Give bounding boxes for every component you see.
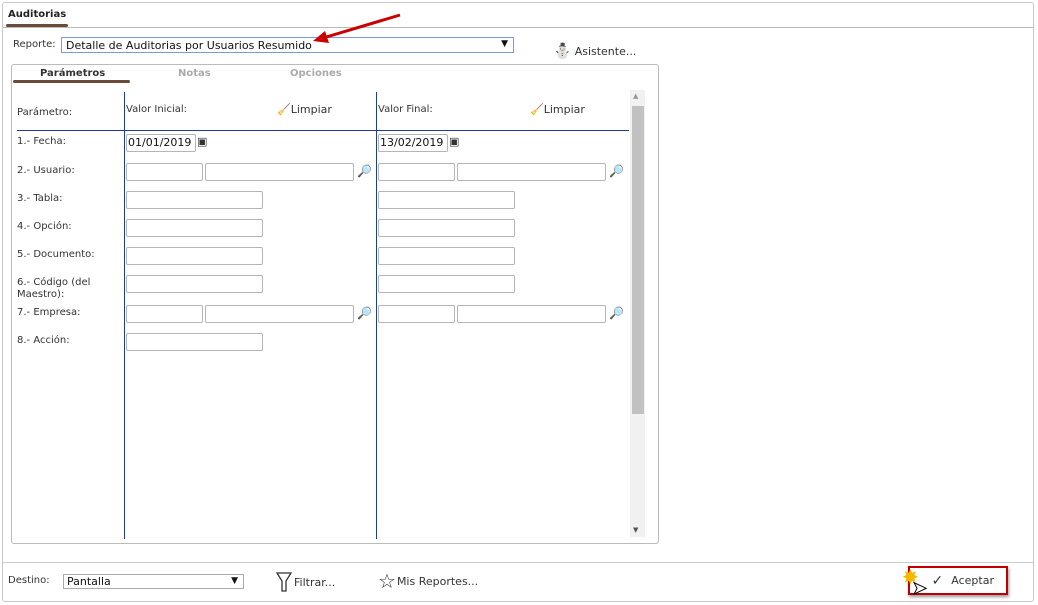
param-label: 7.- Empresa:	[17, 307, 81, 318]
destination-label: Destino:	[8, 575, 50, 586]
text-final-input[interactable]	[378, 219, 515, 237]
text-final-input[interactable]	[378, 247, 515, 265]
name-final-input[interactable]	[457, 305, 606, 323]
scrollbar-thumb[interactable]	[632, 106, 644, 414]
text-initial-input[interactable]	[126, 333, 263, 351]
broom-icon: 🧹	[277, 103, 291, 116]
code-final-input[interactable]	[378, 163, 455, 181]
filter-button[interactable]: Filtrar...	[276, 571, 335, 593]
date-initial-input[interactable]: 01/01/2019	[126, 134, 196, 152]
my-reports-label: Mis Reportes...	[396, 574, 479, 588]
clear-label: Limpiar	[290, 103, 332, 116]
search-icon[interactable]: 🔍	[357, 164, 372, 178]
tab-parametros[interactable]: Parámetros	[40, 68, 105, 79]
param-label: 8.- Acción:	[17, 335, 70, 346]
name-final-input[interactable]	[457, 163, 606, 181]
search-icon[interactable]: 🔍	[609, 164, 624, 178]
search-icon[interactable]: 🔍	[357, 306, 372, 320]
annotation-arrow-icon	[313, 13, 401, 43]
param-label: 1.- Fecha:	[17, 136, 67, 147]
date-final-input[interactable]: 13/02/2019	[378, 134, 448, 152]
footer-divider	[3, 562, 1033, 563]
param-label: 3.- Tabla:	[17, 193, 63, 204]
calendar-icon[interactable]: ▣	[449, 135, 459, 148]
code-initial-input[interactable]	[126, 163, 203, 181]
clear-initial-button[interactable]: 🧹Limpiar	[277, 103, 332, 116]
text-initial-input[interactable]	[126, 191, 263, 209]
text-final-input[interactable]	[378, 191, 515, 209]
report-value: Detalle de Auditorias por Usuarios Resum…	[66, 39, 312, 52]
clear-final-button[interactable]: 🧹Limpiar	[530, 103, 585, 116]
scroll-down-icon[interactable]: ▼	[633, 526, 638, 534]
filter-icon	[276, 572, 292, 592]
param-label: 2.- Usuario:	[17, 165, 75, 176]
active-tab-indicator	[13, 80, 130, 83]
tab-opciones[interactable]: Opciones	[290, 68, 342, 79]
text-initial-input[interactable]	[126, 219, 263, 237]
tab-notas[interactable]: Notas	[178, 68, 211, 79]
dropdown-arrow-icon: ▼	[231, 576, 238, 586]
param-label: 6.- Código (del Maestro):	[17, 277, 91, 300]
destination-value: Pantalla	[67, 575, 111, 588]
report-label: Reporte:	[13, 39, 56, 50]
text-initial-input[interactable]	[126, 275, 263, 293]
initial-header: Valor Inicial:	[126, 104, 187, 115]
accept-label: Aceptar	[951, 574, 994, 587]
param-label: 5.- Documento:	[17, 249, 95, 260]
wizard-label: Asistente...	[574, 44, 637, 58]
my-reports-button[interactable]: ☆ Mis Reportes...	[378, 569, 478, 593]
name-initial-input[interactable]	[205, 163, 354, 181]
filter-label: Filtrar...	[294, 575, 336, 589]
tab-auditorias[interactable]: Auditorias	[8, 9, 66, 20]
text-final-input[interactable]	[378, 275, 515, 293]
code-initial-input[interactable]	[126, 305, 203, 323]
scroll-up-icon[interactable]: ▲	[633, 92, 638, 100]
final-header: Valor Final:	[378, 104, 433, 115]
dropdown-arrow-icon: ▼	[501, 39, 508, 49]
column-divider	[124, 92, 125, 539]
report-select[interactable]: Detalle de Auditorias por Usuarios Resum…	[61, 37, 514, 53]
calendar-icon[interactable]: ▣	[197, 135, 207, 148]
param-header: Parámetro:	[17, 107, 73, 118]
check-icon: ✓	[931, 572, 944, 589]
star-icon: ☆	[378, 569, 396, 593]
wizard-icon: ⛄	[553, 42, 572, 60]
broom-icon: 🧹	[530, 103, 544, 116]
column-divider	[376, 92, 377, 539]
text-initial-input[interactable]	[126, 247, 263, 265]
wizard-button[interactable]: ⛄ Asistente...	[553, 42, 636, 60]
destination-select[interactable]: Pantalla ▼	[63, 574, 244, 589]
search-icon[interactable]: 🔍	[609, 306, 624, 320]
header-divider	[17, 130, 629, 131]
mouse-cursor-icon: ➤	[911, 578, 928, 600]
code-final-input[interactable]	[378, 305, 455, 323]
divider	[3, 27, 1033, 28]
param-label: 4.- Opción:	[17, 221, 72, 232]
name-initial-input[interactable]	[205, 305, 354, 323]
clear-label: Limpiar	[543, 103, 585, 116]
